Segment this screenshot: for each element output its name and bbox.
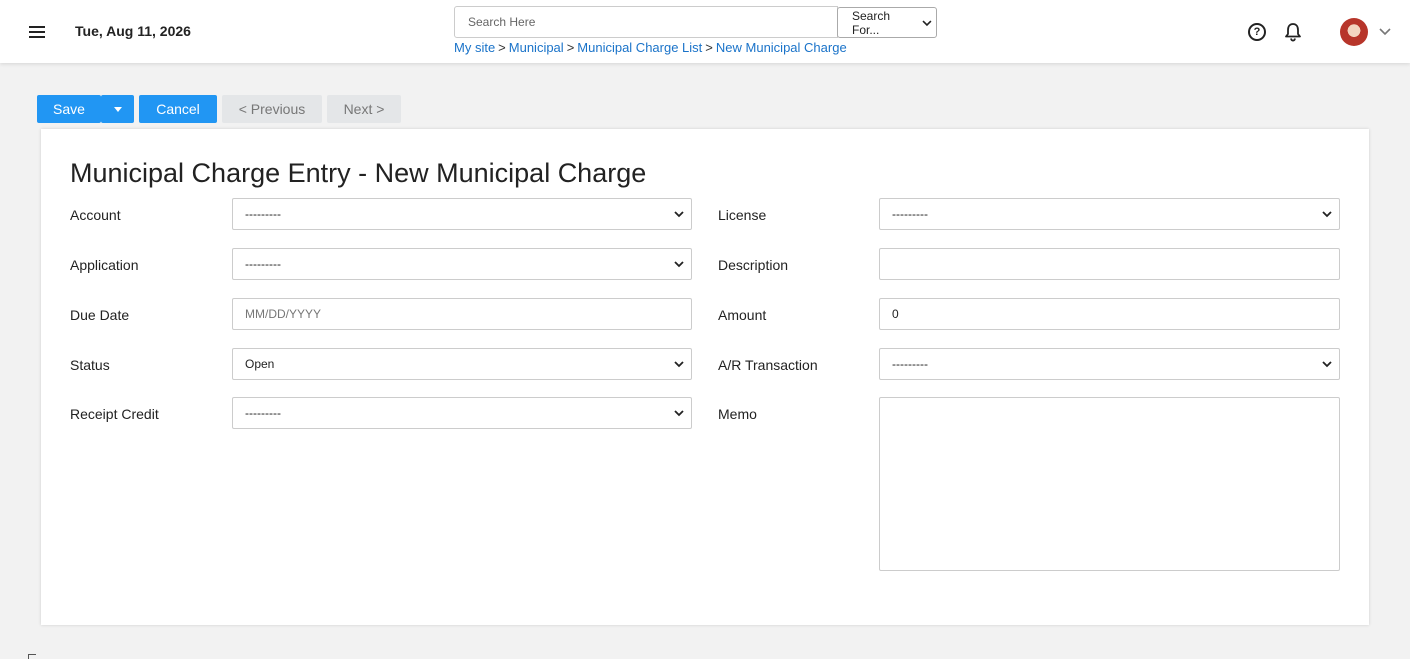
- memo-label: Memo: [718, 406, 757, 422]
- license-select-value: ---------: [892, 207, 928, 221]
- chevron-down-icon: [674, 261, 684, 268]
- search-for-label: Search For...: [852, 8, 891, 37]
- caret-down-icon: [113, 106, 122, 112]
- form-card: Municipal Charge Entry - New Municipal C…: [41, 129, 1369, 625]
- bell-icon[interactable]: [1284, 22, 1302, 42]
- description-input[interactable]: [879, 248, 1340, 280]
- chevron-down-icon[interactable]: [1378, 24, 1392, 38]
- save-dropdown-button[interactable]: [101, 95, 134, 123]
- due-date-input[interactable]: MM/DD/YYYY: [232, 298, 692, 330]
- previous-button[interactable]: < Previous: [222, 95, 322, 123]
- account-select-value: ---------: [245, 207, 281, 221]
- amount-input[interactable]: 0: [879, 298, 1340, 330]
- application-select[interactable]: ---------: [232, 248, 692, 280]
- ar-transaction-select-value: ---------: [892, 357, 928, 371]
- due-date-placeholder: MM/DD/YYYY: [245, 307, 322, 321]
- account-select[interactable]: ---------: [232, 198, 692, 230]
- due-date-label: Due Date: [70, 307, 130, 323]
- cancel-button[interactable]: Cancel: [139, 95, 217, 123]
- user-avatar[interactable]: [1340, 18, 1368, 46]
- status-select-value: Open: [245, 357, 275, 371]
- license-select[interactable]: ---------: [879, 198, 1340, 230]
- save-button[interactable]: Save: [37, 95, 101, 123]
- page-title: Municipal Charge Entry - New Municipal C…: [70, 158, 647, 188]
- amount-label: Amount: [718, 307, 767, 323]
- chevron-down-icon: [674, 361, 684, 368]
- status-label: Status: [70, 357, 110, 373]
- search-input[interactable]: [454, 6, 838, 38]
- resize-handle: [28, 654, 36, 659]
- help-icon[interactable]: ?: [1248, 23, 1266, 41]
- breadcrumb-my-site[interactable]: My site: [454, 40, 495, 55]
- top-bar: Tue, Aug 11, 2026 Search For... My site>…: [0, 0, 1410, 63]
- application-label: Application: [70, 257, 139, 273]
- application-select-value: ---------: [245, 257, 281, 271]
- search-for-select[interactable]: Search For...: [837, 7, 937, 38]
- receipt-credit-label: Receipt Credit: [70, 406, 159, 422]
- receipt-credit-select[interactable]: ---------: [232, 397, 692, 429]
- current-date: Tue, Aug 11, 2026: [75, 23, 191, 39]
- chevron-down-icon: [1322, 211, 1332, 218]
- ar-transaction-label: A/R Transaction: [718, 357, 818, 373]
- license-label: License: [718, 207, 767, 223]
- breadcrumb-municipal[interactable]: Municipal: [509, 40, 564, 55]
- receipt-credit-select-value: ---------: [245, 406, 281, 420]
- breadcrumb-municipal-charge-list[interactable]: Municipal Charge List: [577, 40, 702, 55]
- chevron-down-icon: [1322, 361, 1332, 368]
- status-select[interactable]: Open: [232, 348, 692, 380]
- amount-value: 0: [892, 307, 899, 321]
- memo-textarea[interactable]: [879, 397, 1340, 571]
- chevron-down-icon: [674, 410, 684, 417]
- description-label: Description: [718, 257, 789, 273]
- breadcrumb-separator: >: [705, 40, 713, 55]
- hamburger-menu-icon[interactable]: [27, 23, 47, 41]
- ar-transaction-select[interactable]: ---------: [879, 348, 1340, 380]
- breadcrumb: My site > Municipal > Municipal Charge List >…: [454, 40, 847, 55]
- next-button[interactable]: Next >: [327, 95, 401, 123]
- breadcrumb-separator: >: [498, 40, 506, 55]
- chevron-down-icon: [674, 211, 684, 218]
- breadcrumb-new-municipal-charge[interactable]: New Municipal Charge: [716, 40, 847, 55]
- breadcrumb-separator: >: [566, 40, 575, 55]
- chevron-down-icon: [922, 19, 932, 26]
- account-label: Account: [70, 207, 121, 223]
